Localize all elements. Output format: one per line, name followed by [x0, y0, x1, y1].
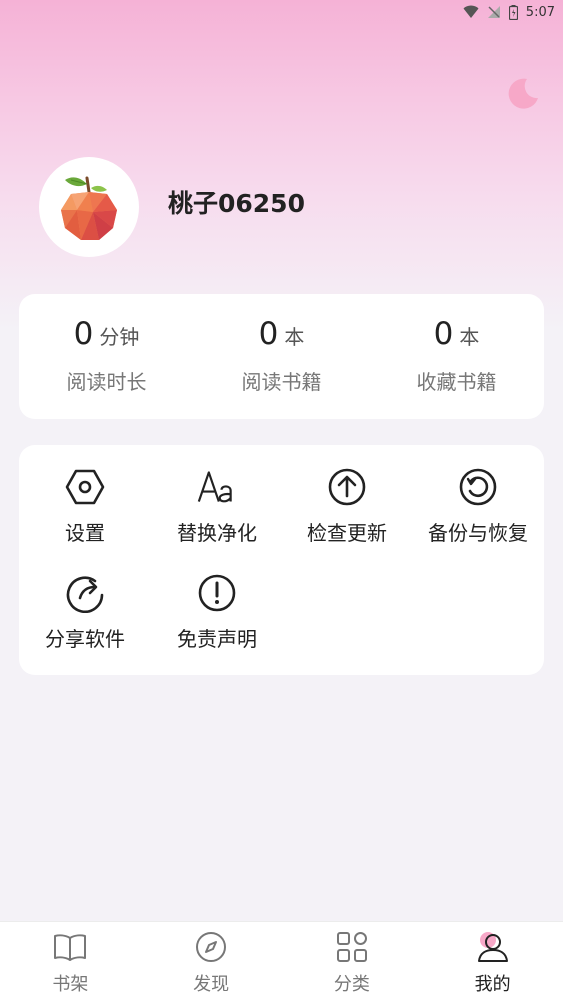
arrow-up-circle-icon — [327, 467, 367, 507]
exclamation-circle-icon — [197, 573, 237, 613]
menu-item-backup-restore[interactable]: 备份与恢复 — [412, 467, 544, 546]
stat-books-read[interactable]: 0 本 阅读书籍 — [194, 294, 369, 419]
wifi-icon — [463, 5, 479, 18]
menu-item-replace-purify[interactable]: 替换净化 — [151, 467, 283, 546]
night-mode-icon[interactable] — [505, 76, 541, 112]
tab-label: 我的 — [474, 974, 511, 995]
tab-category[interactable]: 分类 — [282, 922, 423, 1001]
stat-value: 0 — [73, 316, 94, 352]
menu-item-disclaimer[interactable]: 免责声明 — [151, 573, 283, 652]
settings-hex-icon — [65, 467, 105, 507]
stats-card: 0 分钟 阅读时长 0 本 阅读书籍 0 本 收藏书籍 — [19, 294, 544, 419]
stat-value: 0 — [258, 316, 279, 352]
book-icon — [53, 930, 87, 964]
tab-discover[interactable]: 发现 — [141, 922, 282, 1001]
tab-mine[interactable]: 我的 — [422, 922, 563, 1001]
share-icon — [65, 573, 105, 613]
stat-unit: 分钟 — [99, 325, 140, 349]
tab-label: 书架 — [52, 974, 89, 995]
menu-label: 备份与恢复 — [428, 521, 528, 545]
signal-icon — [487, 6, 500, 18]
menu-item-check-update[interactable]: 检查更新 — [281, 467, 413, 546]
tab-label: 分类 — [333, 974, 370, 995]
grid-icon — [336, 930, 368, 964]
menu-label: 检查更新 — [307, 521, 387, 545]
status-time: 5:07 — [525, 4, 555, 20]
stat-value: 0 — [433, 316, 454, 352]
stat-unit: 本 — [459, 325, 480, 349]
stat-label: 收藏书籍 — [416, 370, 497, 394]
stat-label: 阅读时长 — [66, 370, 147, 394]
tab-bookshelf[interactable]: 书架 — [0, 922, 141, 1001]
avatar[interactable] — [39, 157, 139, 257]
person-icon — [476, 930, 510, 964]
menu-label: 替换净化 — [177, 521, 257, 545]
username[interactable]: 桃子06250 — [168, 184, 305, 220]
menu-label: 免责声明 — [177, 627, 257, 651]
menu-item-share[interactable]: 分享软件 — [19, 573, 151, 652]
font-aa-icon — [197, 467, 237, 507]
menu-item-settings[interactable]: 设置 — [19, 467, 151, 546]
compass-icon — [195, 930, 227, 964]
restore-icon — [458, 467, 498, 507]
stat-books-saved[interactable]: 0 本 收藏书籍 — [369, 294, 544, 419]
stat-label: 阅读书籍 — [241, 370, 322, 394]
stat-reading-time[interactable]: 0 分钟 阅读时长 — [19, 294, 194, 419]
peach-logo-icon — [61, 176, 117, 240]
menu-label: 设置 — [65, 521, 105, 545]
tab-label: 发现 — [193, 974, 230, 995]
status-bar: 5:07 — [0, 0, 563, 24]
menu-label: 分享软件 — [45, 627, 125, 651]
stat-unit: 本 — [284, 325, 305, 349]
bottom-tab-bar: 书架 发现 分类 我的 — [0, 921, 563, 1001]
menu-card: 设置 替换净化 检查更新 备份与恢复 分享软件 免责声明 — [19, 445, 544, 675]
battery-icon — [508, 4, 518, 20]
